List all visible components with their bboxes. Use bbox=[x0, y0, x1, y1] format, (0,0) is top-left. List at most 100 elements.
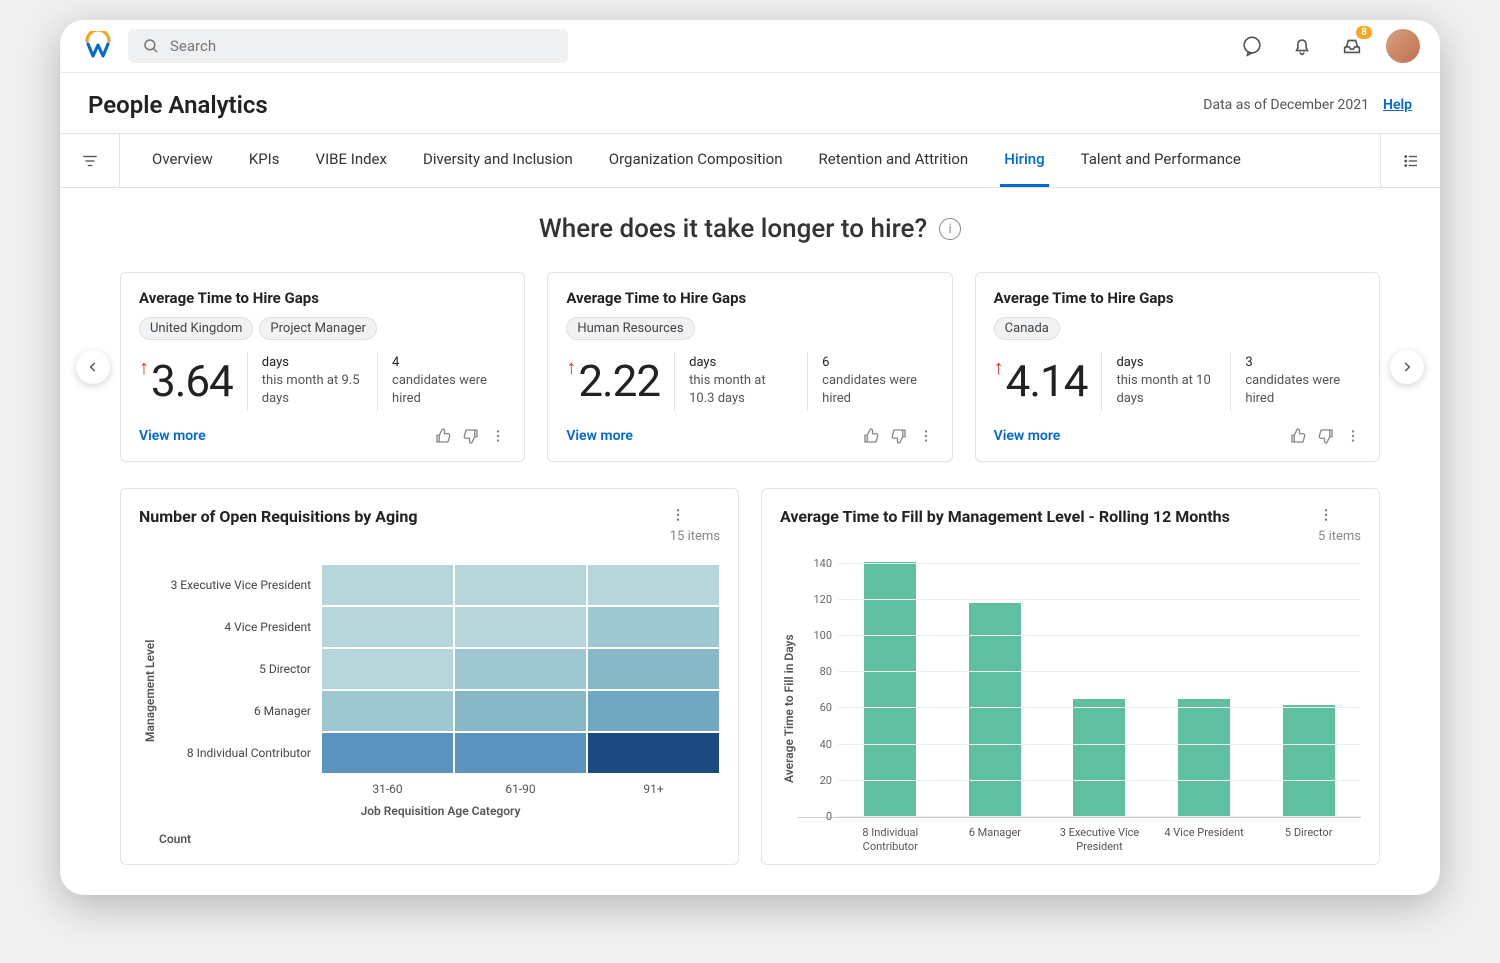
page-title: People Analytics bbox=[88, 91, 268, 119]
heatmap-x-axis-label: Job Requisition Age Category bbox=[161, 804, 720, 818]
heatmap-title: Number of Open Requisitions by Aging bbox=[139, 507, 418, 526]
filter-chip: Project Manager bbox=[259, 317, 376, 340]
candidates-text: candidates were hired bbox=[822, 372, 920, 408]
bar[interactable] bbox=[1073, 699, 1125, 817]
top-bar: 8 bbox=[60, 20, 1440, 73]
heatmap-row-label: 8 Individual Contributor bbox=[161, 746, 321, 760]
y-tick-label: 40 bbox=[798, 738, 832, 751]
heatmap-cell[interactable] bbox=[321, 564, 454, 606]
search-input[interactable] bbox=[170, 37, 554, 55]
heatmap-cell[interactable] bbox=[587, 564, 720, 606]
heatmap-cell[interactable] bbox=[587, 732, 720, 774]
card-more-icon[interactable] bbox=[490, 428, 506, 444]
info-icon[interactable]: i bbox=[939, 218, 961, 240]
heatmap-row-label: 3 Executive Vice President bbox=[161, 578, 321, 592]
section-heading: Where does it take longer to hire? bbox=[539, 214, 927, 244]
y-tick-label: 0 bbox=[798, 810, 832, 823]
carousel-prev-button[interactable] bbox=[76, 350, 110, 384]
thumbs-up-icon[interactable] bbox=[434, 427, 452, 445]
y-tick-label: 140 bbox=[798, 557, 832, 570]
y-tick-label: 120 bbox=[798, 593, 832, 606]
bar[interactable] bbox=[1283, 705, 1335, 817]
filter-chip: Canada bbox=[994, 317, 1060, 340]
tab-diversity-and-inclusion[interactable]: Diversity and Inclusion bbox=[419, 134, 577, 187]
avatar[interactable] bbox=[1386, 29, 1420, 63]
notification-bell-icon[interactable] bbox=[1286, 30, 1318, 62]
metric-unit: days bbox=[262, 354, 363, 372]
tab-vibe-index[interactable]: VIBE Index bbox=[312, 134, 391, 187]
bar-chart-more-icon[interactable] bbox=[1318, 507, 1361, 523]
tab-hiring[interactable]: Hiring bbox=[1000, 134, 1048, 187]
heatmap-legend-label: Count bbox=[139, 832, 720, 846]
heatmap-x-category: 31-60 bbox=[321, 774, 454, 796]
view-more-link[interactable]: View more bbox=[566, 428, 633, 444]
bar-x-category: 6 Manager bbox=[943, 818, 1048, 854]
heatmap-panel: Number of Open Requisitions by Aging 15 … bbox=[120, 488, 739, 865]
y-tick-label: 100 bbox=[798, 629, 832, 642]
app-logo[interactable] bbox=[80, 28, 116, 64]
inbox-icon[interactable]: 8 bbox=[1336, 30, 1368, 62]
tab-row: Overview KPIs VIBE Index Diversity and Incl… bbox=[60, 133, 1440, 188]
heatmap-cell[interactable] bbox=[321, 606, 454, 648]
heatmap-more-icon[interactable] bbox=[670, 507, 720, 523]
heatmap-cell[interactable] bbox=[321, 732, 454, 774]
heatmap-x-category: 61-90 bbox=[454, 774, 587, 796]
tab-talent-and-performance[interactable]: Talent and Performance bbox=[1077, 134, 1245, 187]
card-title: Average Time to Hire Gaps bbox=[994, 289, 1361, 307]
thumbs-up-icon[interactable] bbox=[1289, 427, 1307, 445]
card-more-icon[interactable] bbox=[918, 428, 934, 444]
bar-chart-y-axis-label: Average Time to Fill in Days bbox=[780, 564, 798, 854]
heatmap-cell[interactable] bbox=[587, 606, 720, 648]
thumbs-down-icon[interactable] bbox=[890, 427, 908, 445]
heatmap-x-category: 91+ bbox=[587, 774, 720, 796]
help-link[interactable]: Help bbox=[1383, 97, 1412, 113]
thumbs-up-icon[interactable] bbox=[862, 427, 880, 445]
heatmap-cell[interactable] bbox=[587, 648, 720, 690]
metric-value: 2.22 bbox=[578, 355, 660, 407]
y-tick-label: 80 bbox=[798, 665, 832, 678]
search-icon bbox=[142, 37, 160, 55]
view-more-link[interactable]: View more bbox=[994, 428, 1061, 444]
heatmap-item-count: 15 items bbox=[670, 529, 720, 544]
thumbs-down-icon[interactable] bbox=[462, 427, 480, 445]
inbox-badge: 8 bbox=[1356, 26, 1372, 39]
heatmap-cell[interactable] bbox=[454, 690, 587, 732]
bar[interactable] bbox=[864, 562, 916, 817]
candidates-count: 4 bbox=[392, 354, 492, 372]
tab-overview[interactable]: Overview bbox=[148, 134, 217, 187]
heatmap-cell[interactable] bbox=[454, 648, 587, 690]
tab-retention-and-attrition[interactable]: Retention and Attrition bbox=[815, 134, 973, 187]
heatmap-cell[interactable] bbox=[587, 690, 720, 732]
candidates-text: candidates were hired bbox=[1245, 372, 1347, 408]
heatmap-cell[interactable] bbox=[321, 648, 454, 690]
tab-organization-composition[interactable]: Organization Composition bbox=[605, 134, 787, 187]
arrow-up-icon: ↑ bbox=[994, 355, 1004, 380]
bar[interactable] bbox=[1178, 699, 1230, 817]
heatmap-cell[interactable] bbox=[321, 690, 454, 732]
view-more-link[interactable]: View more bbox=[139, 428, 206, 444]
search-box[interactable] bbox=[128, 29, 568, 63]
y-tick-label: 20 bbox=[798, 774, 832, 787]
candidates-count: 3 bbox=[1245, 354, 1347, 372]
heatmap-cell[interactable] bbox=[454, 732, 587, 774]
heatmap-y-axis-label: Management Level bbox=[139, 564, 161, 818]
tab-kpis[interactable]: KPIs bbox=[245, 134, 284, 187]
arrow-up-icon: ↑ bbox=[139, 355, 149, 380]
bar-x-category: 8 Individual Contributor bbox=[838, 818, 943, 854]
thumbs-down-icon[interactable] bbox=[1317, 427, 1335, 445]
carousel-next-button[interactable] bbox=[1390, 350, 1424, 384]
chat-icon[interactable] bbox=[1236, 30, 1268, 62]
filter-chip: United Kingdom bbox=[139, 317, 253, 340]
heatmap-cell[interactable] bbox=[454, 564, 587, 606]
kpi-card: Average Time to Hire Gaps Canada ↑ 4.14 … bbox=[975, 272, 1380, 462]
filter-chip: Human Resources bbox=[566, 317, 694, 340]
filter-icon[interactable] bbox=[60, 134, 120, 187]
card-title: Average Time to Hire Gaps bbox=[139, 289, 506, 307]
card-more-icon[interactable] bbox=[1345, 428, 1361, 444]
candidates-count: 6 bbox=[822, 354, 920, 372]
list-view-icon[interactable] bbox=[1380, 134, 1440, 187]
bar-x-category: 4 Vice President bbox=[1152, 818, 1257, 854]
heatmap-cell[interactable] bbox=[454, 606, 587, 648]
heatmap-row-label: 4 Vice President bbox=[161, 620, 321, 634]
bar-x-category: 3 Executive Vice President bbox=[1047, 818, 1152, 854]
